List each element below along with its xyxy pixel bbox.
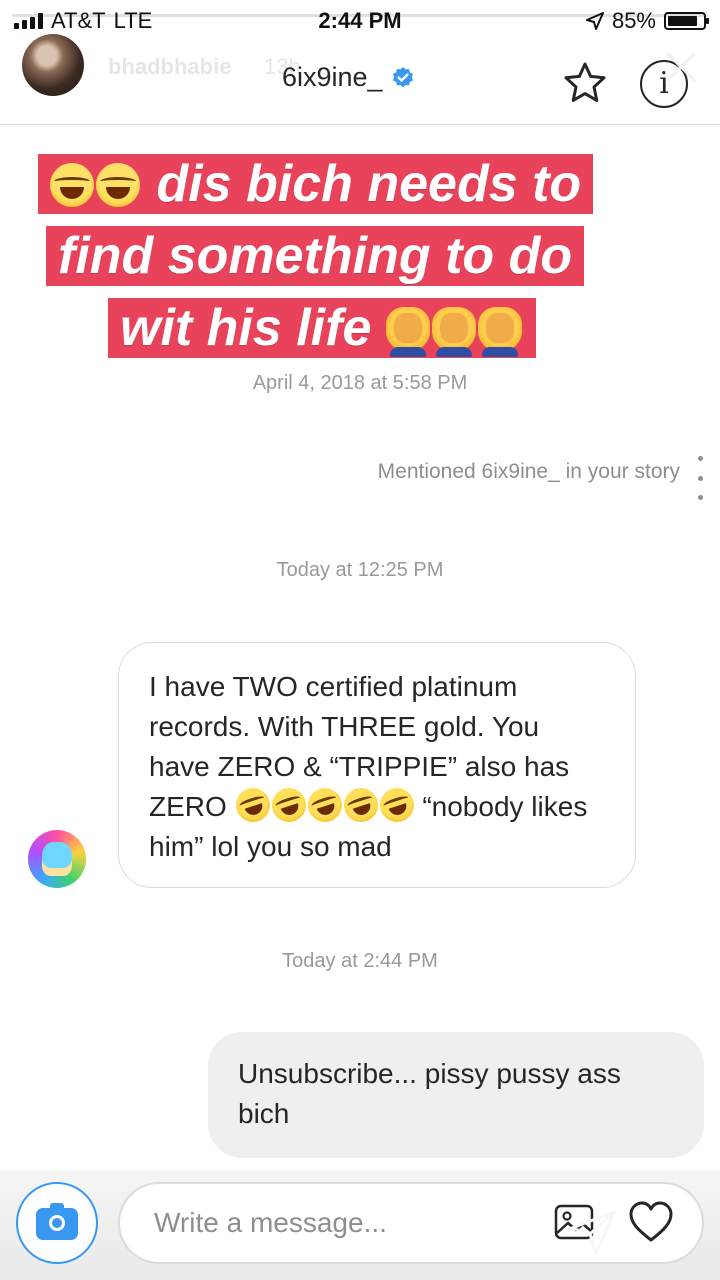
heart-icon[interactable] <box>628 1200 674 1244</box>
facepalm-emoji-icon <box>385 307 430 357</box>
caption-text-1: dis bich needs to <box>156 155 582 213</box>
battery-icon <box>664 12 709 30</box>
battery-fill <box>668 16 697 26</box>
tears-of-joy-emoji-icon <box>50 163 94 207</box>
rofl-emoji-icon <box>339 783 382 827</box>
incoming-message-bubble[interactable]: I have TWO certified platinum records. W… <box>118 642 636 888</box>
message-text: Unsubscribe... pissy pussy ass bich <box>238 1058 621 1129</box>
rofl-emoji-icon <box>267 783 310 827</box>
camera-icon <box>36 1203 78 1240</box>
caption-text-2: find something to do <box>58 227 573 285</box>
timestamp: April 4, 2018 at 5:58 PM <box>252 372 468 394</box>
caption-text-3: wit his life <box>120 299 372 357</box>
story-avatar[interactable] <box>22 34 84 96</box>
more-vertical-icon[interactable] <box>698 456 706 500</box>
timestamp: Today at 2:44 PM <box>282 950 438 972</box>
outgoing-message-bubble[interactable]: Unsubscribe... pissy pussy ass bich <box>208 1032 704 1158</box>
close-icon[interactable] <box>664 50 698 84</box>
rofl-emoji-icon <box>375 783 418 827</box>
caption-line-3: wit his life <box>108 298 536 358</box>
message-input[interactable] <box>118 1182 704 1264</box>
camera-button[interactable] <box>16 1182 98 1264</box>
send-icon[interactable] <box>570 1210 616 1256</box>
facepalm-emoji-icon <box>477 307 522 357</box>
story-mention[interactable]: Mentioned 6ix9ine_ in your story <box>378 460 680 484</box>
story-username[interactable]: bhadbhabie <box>108 54 231 80</box>
star-icon[interactable] <box>562 60 608 106</box>
rofl-emoji-icon <box>231 783 274 827</box>
tears-of-joy-emoji-icon <box>96 163 140 207</box>
thread-username: 6ix9ine_ <box>282 62 383 92</box>
sender-avatar[interactable] <box>28 830 86 888</box>
battery-percent: 85% <box>611 8 656 33</box>
caption-line-2: find something to do <box>46 226 585 286</box>
status-right: 85% <box>585 8 709 34</box>
caption-line-1: dis bich needs to <box>38 154 594 214</box>
verified-badge-icon <box>392 66 413 87</box>
status-bar: AT&T LTE 2:44 PM 85% <box>0 0 720 40</box>
timestamp: Today at 12:25 PM <box>276 559 444 581</box>
facepalm-emoji-icon <box>431 307 476 357</box>
location-arrow-icon <box>585 12 604 30</box>
thread-title[interactable]: 6ix9ine_ <box>282 62 415 93</box>
message-composer <box>0 1170 720 1280</box>
thread-header: bhadbhabie 13h 6ix9ine_ i <box>0 34 720 125</box>
rofl-emoji-icon <box>303 783 346 827</box>
